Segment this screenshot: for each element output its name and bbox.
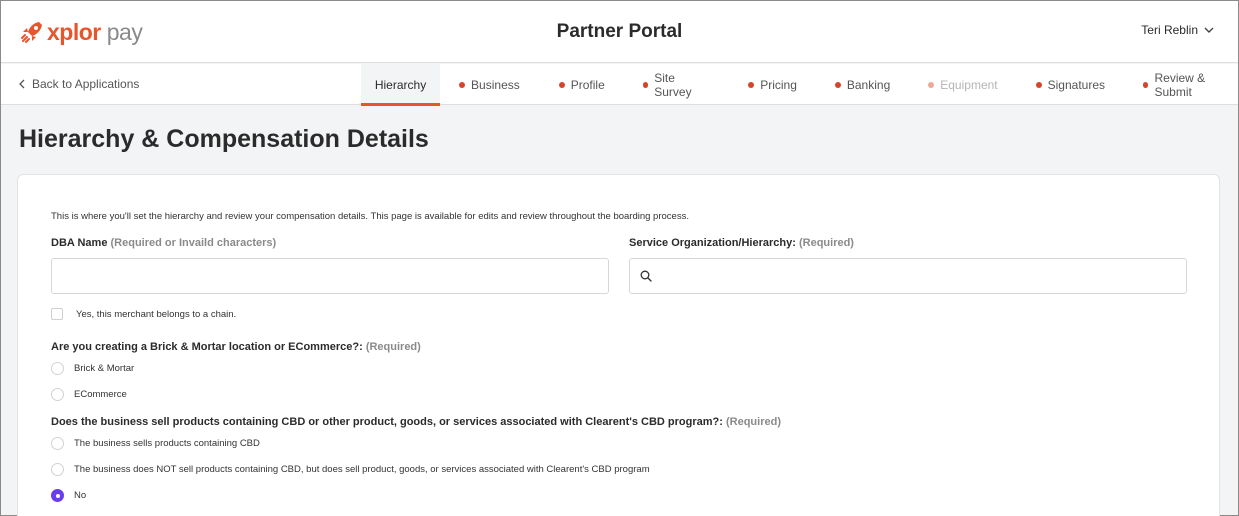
chain-checkbox-label: Yes, this merchant belongs to a chain. — [76, 308, 237, 320]
step-label: Site Survey — [654, 70, 692, 99]
radio-label: Brick & Mortar — [74, 363, 135, 374]
step-label: Banking — [846, 77, 891, 92]
tab-business[interactable]: Business — [459, 64, 520, 105]
radio-cbd-associated[interactable]: The business does NOT sell products cont… — [51, 463, 650, 476]
step-label: Equipment — [940, 77, 998, 92]
dba-requirement: (Required or Invaild characters) — [110, 237, 277, 249]
hierarchy-search-field — [629, 258, 1187, 294]
status-dot — [558, 81, 565, 88]
hierarchy-label: Service Organization/Hierarchy: (Require… — [629, 237, 854, 249]
hierarchy-search-input[interactable] — [658, 261, 1186, 291]
radio-button-selected[interactable] — [51, 489, 64, 502]
step-label: Signatures — [1047, 77, 1105, 92]
location-question-label: Are you creating a Brick & Mortar locati… — [51, 341, 421, 353]
cbd-question-label: Does the business sell products containi… — [51, 416, 781, 428]
step-label: Hierarchy — [374, 77, 427, 92]
radio-cbd-no[interactable]: No — [51, 489, 86, 502]
cbd-question-text: Does the business sell products containi… — [51, 416, 723, 428]
tab-banking[interactable]: Banking — [834, 64, 891, 105]
user-menu[interactable]: Teri Reblin — [1141, 23, 1214, 37]
status-dot — [834, 81, 841, 88]
radio-label: The business sells products containing C… — [74, 438, 260, 449]
tab-review-submit[interactable]: Review & Submit — [1143, 64, 1238, 105]
location-requirement: (Required) — [365, 341, 421, 353]
tab-signatures[interactable]: Signatures — [1035, 64, 1105, 105]
radio-label: No — [74, 490, 87, 501]
steps: Hierarchy Business Profile Site Survey P… — [361, 64, 1238, 106]
status-dot — [1035, 81, 1042, 88]
tab-equipment: Equipment — [928, 64, 998, 105]
chain-checkbox[interactable] — [51, 308, 63, 320]
step-label: Review & Submit — [1154, 70, 1206, 99]
status-dot — [928, 81, 935, 88]
dba-name-field-wrapper — [51, 258, 609, 294]
step-label: Pricing — [760, 77, 797, 92]
radio-brick-mortar[interactable]: Brick & Mortar — [51, 362, 134, 375]
step-label: Business — [471, 77, 520, 92]
radio-label: The business does NOT sell products cont… — [74, 464, 650, 475]
radio-cbd-sells[interactable]: The business sells products containing C… — [51, 437, 260, 450]
tab-site-survey[interactable]: Site Survey — [642, 64, 710, 105]
top-header: xplor pay Partner Portal Teri Reblin — [1, 1, 1238, 63]
status-dot — [642, 81, 649, 88]
chevron-left-icon — [19, 79, 25, 89]
status-dot — [1143, 81, 1149, 88]
radio-button[interactable] — [51, 388, 64, 401]
status-dot — [748, 81, 755, 88]
dba-name-label: DBA Name (Required or Invaild characters… — [51, 237, 276, 249]
status-dot — [459, 81, 466, 88]
radio-ecommerce[interactable]: ECommerce — [51, 388, 127, 401]
dba-name-input[interactable] — [52, 259, 608, 293]
back-label: Back to Applications — [32, 77, 140, 91]
hierarchy-label-text: Service Organization/Hierarchy: — [629, 237, 796, 249]
tab-profile[interactable]: Profile — [558, 64, 605, 105]
intro-text: This is where you'll set the hierarchy a… — [51, 211, 689, 222]
back-to-applications-link[interactable]: Back to Applications — [19, 77, 139, 91]
chain-checkbox-row[interactable]: Yes, this merchant belongs to a chain. — [51, 308, 236, 320]
tab-hierarchy[interactable]: Hierarchy — [361, 64, 441, 106]
page-title: Hierarchy & Compensation Details — [19, 125, 429, 153]
form-card: This is where you'll set the hierarchy a… — [17, 174, 1220, 516]
cbd-requirement: (Required) — [725, 416, 781, 428]
hierarchy-requirement: (Required) — [798, 237, 854, 249]
location-question-text: Are you creating a Brick & Mortar locati… — [51, 341, 363, 353]
radio-button[interactable] — [51, 463, 64, 476]
radio-button[interactable] — [51, 437, 64, 450]
portal-title: Partner Portal — [556, 21, 683, 42]
chevron-down-icon — [1204, 27, 1214, 33]
step-navigation: Back to Applications Hierarchy Business … — [1, 64, 1238, 106]
dba-label-text: DBA Name — [51, 237, 108, 249]
tab-pricing[interactable]: Pricing — [748, 64, 797, 105]
user-name: Teri Reblin — [1141, 23, 1198, 37]
search-icon — [640, 270, 652, 282]
radio-button[interactable] — [51, 362, 64, 375]
step-label: Profile — [570, 77, 605, 92]
radio-label: ECommerce — [74, 389, 127, 400]
